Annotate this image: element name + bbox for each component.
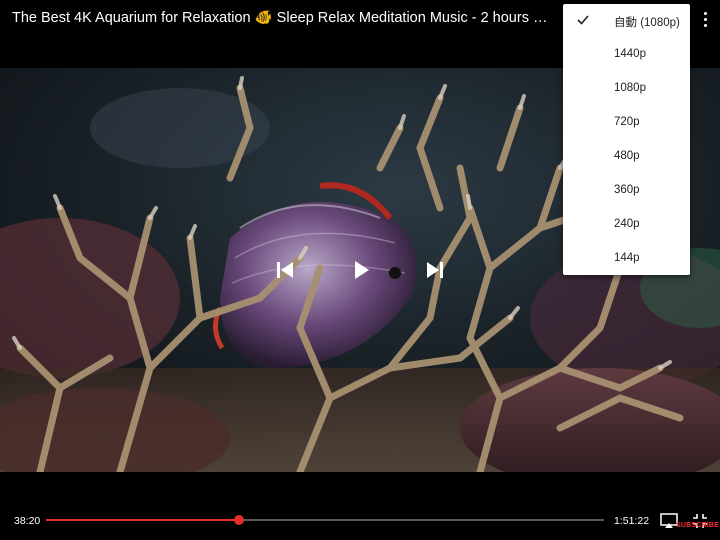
quality-label: 720p [614,116,640,128]
seek-bar[interactable] [46,515,604,525]
quality-label: 1080p [614,82,646,94]
quality-option-144p[interactable]: 144p [563,242,690,276]
skip-next-icon[interactable] [420,255,450,285]
quality-label: 144p [614,252,640,264]
seek-thumb[interactable] [233,515,244,525]
skip-previous-icon[interactable] [270,255,300,285]
quality-option-360p[interactable]: 360p [563,174,690,208]
current-time: 38:20 [14,515,41,527]
quality-option-auto[interactable]: 自動 (1080p) [563,4,690,38]
play-icon[interactable] [346,255,376,285]
quality-option-480p[interactable]: 480p [563,140,690,174]
quality-label: 240p [614,218,640,230]
quality-label: 480p [614,150,640,162]
quality-label: 自動 (1080p) [614,17,680,29]
quality-option-1080p[interactable]: 1080p [563,72,690,106]
seek-progress [46,519,239,521]
quality-option-240p[interactable]: 240p [563,208,690,242]
subscribe-watermark: SUBSCRIBE [676,522,720,529]
quality-option-1440p[interactable]: 1440p [563,38,690,72]
video-title: The Best 4K Aquarium for Relaxation 🐠 Sl… [12,10,552,26]
check-icon [576,13,590,30]
total-time: 1:51:22 [614,515,650,527]
quality-label: 1440p [614,48,646,60]
quality-menu: 自動 (1080p) 1440p 1080p 720p 480p 360p 24… [563,4,690,275]
more-vert-icon[interactable] [696,8,714,30]
center-controls [270,255,450,285]
bottom-bar: 38:20 1:51:22 SUBSCRIBE [0,505,720,540]
quality-option-720p[interactable]: 720p [563,106,690,140]
quality-label: 360p [614,184,640,196]
